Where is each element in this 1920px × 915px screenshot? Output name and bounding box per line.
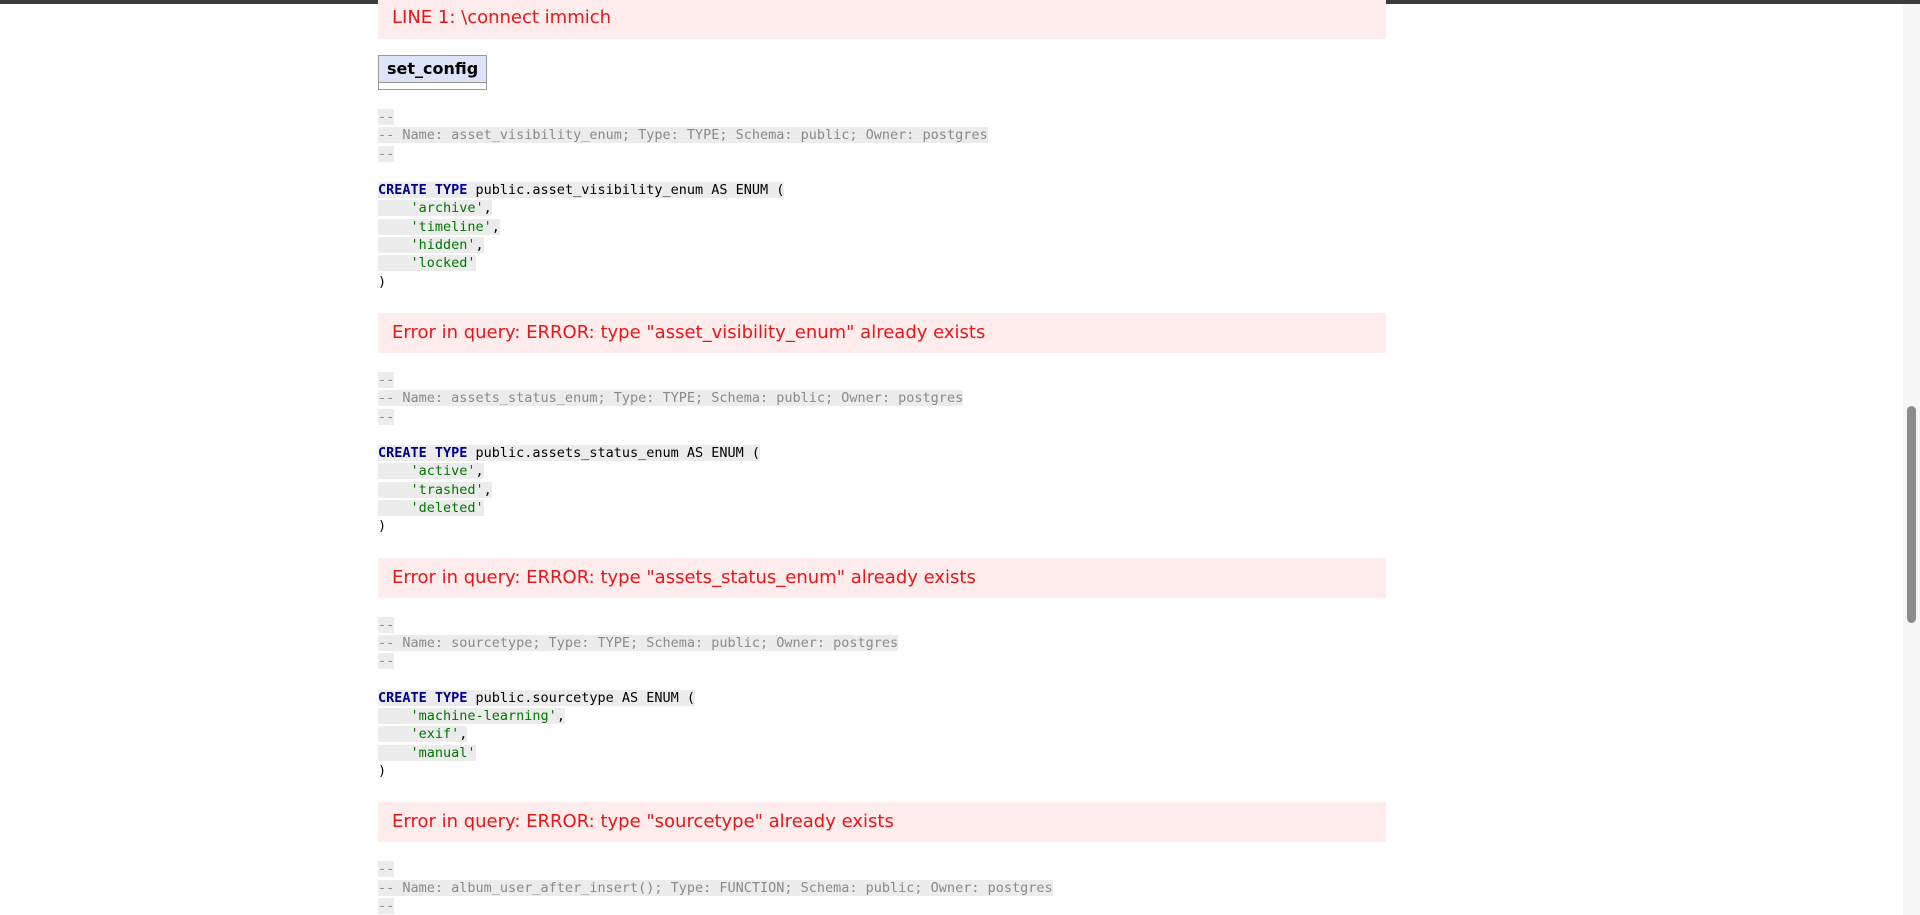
sql-block-asset-visibility: -- -- Name: asset_visibility_enum; Type:… [378, 109, 988, 290]
sql-comment: -- [378, 616, 395, 633]
sql-comment: -- [378, 897, 395, 914]
sql-comment: -- Name: asset_visibility_enum; Type: TY… [378, 127, 988, 144]
sql-comment: -- [378, 145, 395, 162]
sql-text: public.assets_status_enum AS ENUM ( [467, 445, 761, 462]
sql-string: 'machine-learning' [410, 708, 557, 725]
sql-string: 'manual' [410, 744, 476, 761]
sql-block-sourcetype: -- -- Name: sourcetype; Type: TYPE; Sche… [378, 616, 899, 780]
sql-string: 'deleted' [410, 500, 484, 517]
sql-keyword: CREATE TYPE [378, 182, 468, 199]
sql-comment: -- [378, 653, 395, 670]
sql-string: 'archive' [410, 200, 484, 217]
sql-text: ) [378, 763, 387, 780]
sql-comment: -- [378, 408, 395, 425]
vertical-scrollbar[interactable] [1903, 4, 1920, 915]
sql-text: ) [378, 273, 387, 290]
sql-string: 'timeline' [410, 218, 492, 235]
sql-comment: -- [378, 861, 395, 878]
result-table-cell [379, 83, 487, 89]
sql-text: public.asset_visibility_enum AS ENUM ( [467, 182, 785, 199]
sql-string: 'exif' [410, 726, 460, 743]
sql-keyword: CREATE TYPE [378, 689, 468, 706]
sql-text: ) [378, 518, 387, 535]
sql-string: 'locked' [410, 255, 476, 272]
sql-keyword: CREATE TYPE [378, 445, 468, 462]
sql-comment: -- Name: album_user_after_insert(); Type… [378, 879, 1053, 896]
sql-comment: -- [378, 109, 395, 125]
scrollbar-thumb[interactable] [1907, 406, 1916, 623]
sql-text: public.sourcetype AS ENUM ( [467, 689, 695, 706]
error-message: Error in query: ERROR: type "assets_stat… [378, 557, 1386, 598]
sql-string: 'hidden' [410, 237, 476, 254]
sql-string: 'active' [410, 463, 476, 480]
sql-block-album-user: -- -- Name: album_user_after_insert(); T… [378, 860, 1386, 915]
sql-comment: -- Name: assets_status_enum; Type: TYPE;… [378, 390, 964, 407]
sql-import-output: LINE 1: \connect immich set_config -- --… [378, 0, 1386, 915]
sql-block-assets-status: -- -- Name: assets_status_enum; Type: TY… [378, 371, 964, 535]
sql-string: 'trashed' [410, 481, 484, 498]
error-message: Error in query: ERROR: type "sourcetype"… [378, 802, 1386, 843]
error-message: Error in query: ERROR: type "asset_visib… [378, 312, 1386, 353]
result-table-header: set_config [379, 56, 487, 83]
sql-comment: -- Name: sourcetype; Type: TYPE; Schema:… [378, 634, 899, 651]
result-table: set_config [378, 55, 488, 90]
sql-comment: -- [378, 371, 395, 388]
error-message: LINE 1: \connect immich [378, 0, 1386, 39]
